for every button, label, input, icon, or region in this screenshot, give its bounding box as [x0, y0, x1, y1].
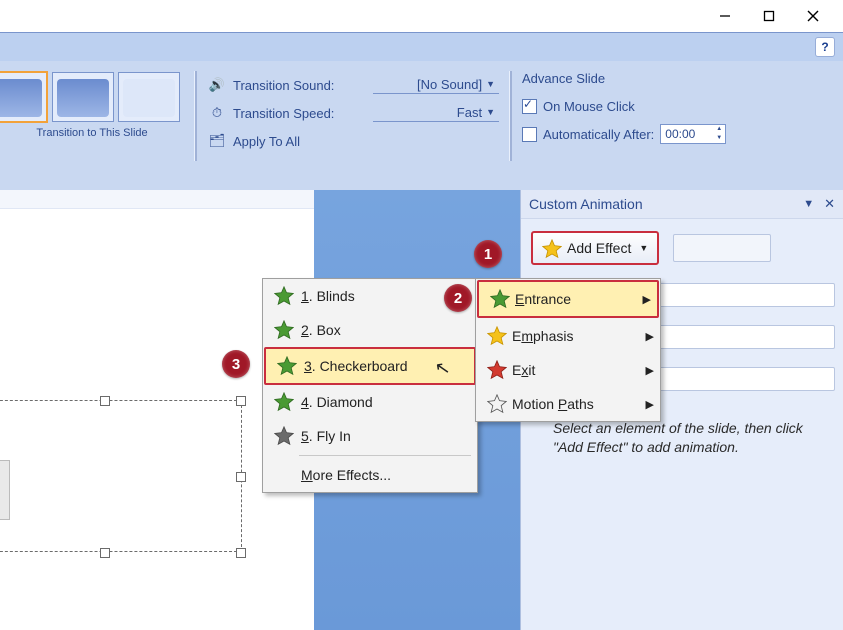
- on-mouse-label: On Mouse Click: [543, 99, 635, 114]
- ribbon-divider: [509, 71, 512, 161]
- submenu-item-label: 4. Diamond: [301, 394, 373, 410]
- transition-speed-combo[interactable]: Fast ▼: [373, 105, 499, 122]
- submenu-item-label: More Effects...: [301, 467, 391, 483]
- advance-slide-settings: Advance Slide On Mouse Click Automatical…: [522, 71, 726, 148]
- auto-after-checkbox[interactable]: [522, 127, 537, 142]
- chevron-right-icon: ▶: [646, 398, 654, 411]
- transition-thumb-3[interactable]: [118, 72, 180, 122]
- advance-heading: Advance Slide: [522, 71, 726, 86]
- transition-settings: 🔊 Transition Sound: [No Sound] ▼ ⏱ Trans…: [207, 71, 499, 155]
- menu-item-label: Entrance: [515, 291, 571, 307]
- effect-icon: [270, 356, 304, 376]
- on-mouse-checkbox[interactable]: [522, 99, 537, 114]
- task-pane-menu-icon[interactable]: ▼: [803, 198, 814, 210]
- resize-handle[interactable]: [236, 396, 246, 406]
- submenu-item-fly-in[interactable]: 5. Fly In: [263, 419, 477, 453]
- task-pane-title: Custom Animation: [529, 196, 643, 212]
- chevron-right-icon: ▶: [646, 364, 654, 377]
- resize-handle[interactable]: [100, 548, 110, 558]
- effect-icon: [267, 392, 301, 412]
- star-icon: [542, 239, 560, 257]
- chevron-down-icon: ▼: [486, 107, 495, 117]
- motion-path-icon: [482, 394, 512, 414]
- task-pane-close-icon[interactable]: ✕: [824, 196, 835, 212]
- spin-buttons[interactable]: ▲▼: [713, 125, 725, 143]
- callout-badge-1: 1: [474, 240, 502, 268]
- add-effect-label: Add Effect: [567, 240, 631, 256]
- ribbon-divider: [194, 71, 197, 161]
- task-pane-header: Custom Animation ▼ ✕: [521, 190, 843, 219]
- menu-separator: [299, 455, 471, 456]
- transition-gallery-group: Transition to This Slide: [0, 71, 184, 139]
- transition-speed-value: Fast: [457, 105, 482, 120]
- resize-handle[interactable]: [236, 472, 246, 482]
- apply-all-icon: 🗂: [207, 133, 227, 149]
- transition-speed-label: Transition Speed:: [233, 106, 373, 121]
- chevron-down-icon: ▼: [486, 79, 495, 89]
- auto-after-label: Automatically After:: [543, 127, 654, 142]
- effect-icon: [267, 320, 301, 340]
- callout-badge-3: 3: [222, 350, 250, 378]
- submenu-item-label: 2. Box: [301, 322, 341, 338]
- exit-icon: [482, 360, 512, 380]
- menu-item-label: Exit: [512, 362, 535, 378]
- resize-handle[interactable]: [236, 548, 246, 558]
- transition-gallery[interactable]: [0, 71, 184, 123]
- menu-item-motion-paths[interactable]: Motion Paths ▶: [476, 387, 660, 421]
- menu-item-label: Emphasis: [512, 328, 573, 344]
- horizontal-ruler: [0, 190, 314, 209]
- entrance-submenu: 1. Blinds 2. Box 3. Checkerboard 4. Diam…: [262, 278, 478, 493]
- chevron-down-icon: ▼: [639, 243, 648, 253]
- add-effect-button[interactable]: Add Effect ▼: [531, 231, 659, 265]
- auto-after-spin[interactable]: 00:00 ▲▼: [660, 124, 726, 144]
- menu-item-exit[interactable]: Exit ▶: [476, 353, 660, 387]
- add-effect-menu: Entrance ▶ Emphasis ▶ Exit ▶ Motion Path…: [475, 278, 661, 422]
- submenu-item-box[interactable]: 2. Box: [263, 313, 477, 347]
- submenu-item-diamond[interactable]: 4. Diamond: [263, 385, 477, 419]
- submenu-item-more-effects[interactable]: More Effects...: [263, 458, 477, 492]
- transition-sound-combo[interactable]: [No Sound] ▼: [373, 77, 499, 94]
- transition-thumb-2[interactable]: [52, 72, 114, 122]
- submenu-item-label: 5. Fly In: [301, 428, 351, 444]
- group-label-transition: Transition to This Slide: [36, 127, 147, 139]
- ribbon: Transition to This Slide 🔊 Transition So…: [0, 61, 843, 191]
- menu-item-entrance[interactable]: Entrance ▶: [477, 280, 659, 318]
- apply-to-all-button[interactable]: Apply To All: [233, 134, 300, 149]
- instruction-text: Select an element of the slide, then cli…: [531, 419, 835, 457]
- effect-icon: [267, 426, 301, 446]
- ribbon-tab-strip: ?: [0, 32, 843, 61]
- submenu-item-label: 3. Checkerboard: [304, 358, 408, 374]
- entrance-icon: [485, 289, 515, 309]
- minimize-button[interactable]: [703, 1, 747, 31]
- transition-sound-label: Transition Sound:: [233, 78, 373, 93]
- emphasis-icon: [482, 326, 512, 346]
- transition-thumb-1[interactable]: [0, 71, 48, 123]
- chevron-right-icon: ▶: [643, 293, 651, 306]
- window-titlebar: [0, 0, 843, 32]
- speed-icon: ⏱: [207, 105, 227, 121]
- sound-icon: 🔊: [207, 77, 227, 93]
- chevron-right-icon: ▶: [646, 330, 654, 343]
- effect-icon: [267, 286, 301, 306]
- menu-item-emphasis[interactable]: Emphasis ▶: [476, 319, 660, 353]
- submenu-item-label: 1. Blinds: [301, 288, 355, 304]
- resize-handle[interactable]: [100, 396, 110, 406]
- close-button[interactable]: [791, 1, 835, 31]
- maximize-button[interactable]: [747, 1, 791, 31]
- callout-badge-2: 2: [444, 284, 472, 312]
- help-icon[interactable]: ?: [815, 37, 835, 57]
- text-placeholder[interactable]: [0, 400, 242, 552]
- auto-after-value: 00:00: [665, 127, 695, 141]
- transition-sound-value: [No Sound]: [417, 77, 482, 92]
- remove-effect-button[interactable]: [673, 234, 771, 262]
- menu-item-label: Motion Paths: [512, 396, 594, 412]
- slide-element[interactable]: n: [0, 460, 10, 520]
